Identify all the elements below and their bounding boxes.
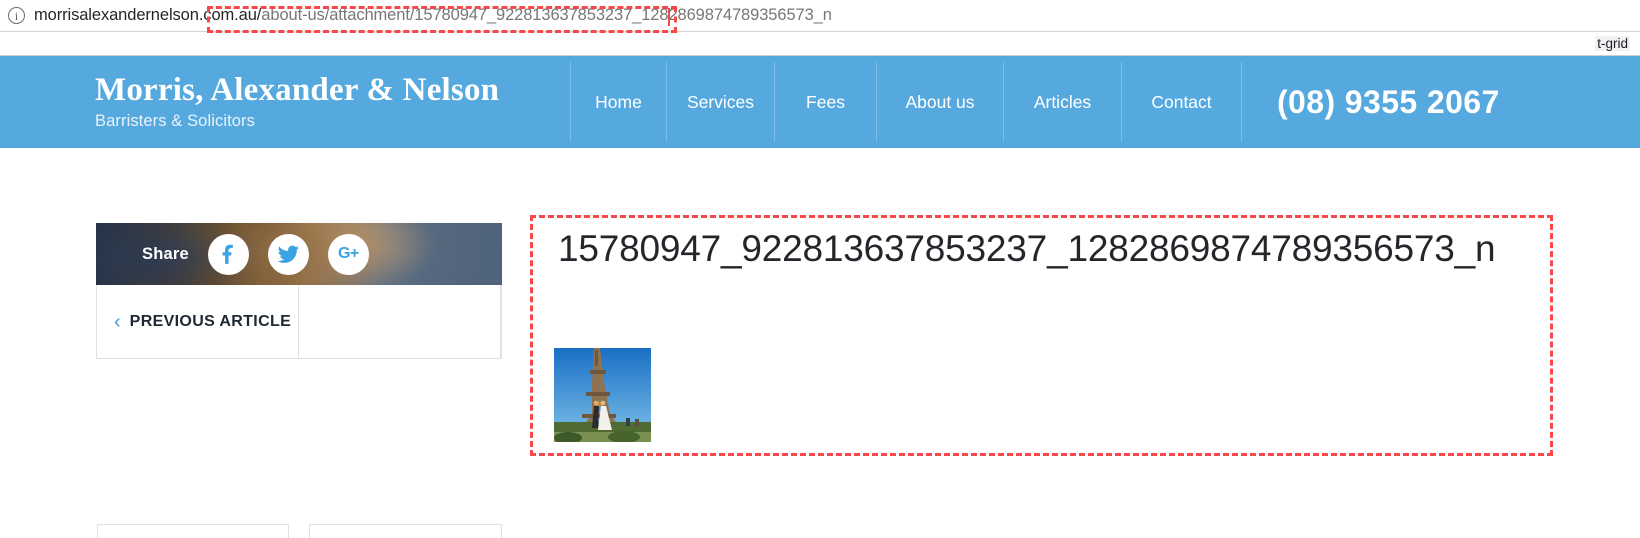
footer-box-right[interactable] [309,524,502,538]
previous-article-label: PREVIOUS ARTICLE [129,312,292,330]
page-root: i morrisalexandernelson.com.au/about-us/… [0,0,1640,538]
url-text-caret [668,8,670,26]
url-text[interactable]: morrisalexandernelson.com.au/about-us/at… [34,6,832,25]
header-phone[interactable]: (08) 9355 2067 [1241,62,1640,142]
google-plus-glyph: G+ [337,245,359,262]
site-header: Morris, Alexander & Nelson Barristers & … [0,56,1640,148]
browser-address-bar[interactable]: i morrisalexandernelson.com.au/about-us/… [0,0,1640,32]
attachment-thumbnail[interactable] [554,348,651,442]
footer-box-left[interactable] [97,524,289,538]
main-navigation: Home Services Fees About us Articles Con… [570,56,1241,148]
t-grid-label: t-grid [1595,36,1630,51]
next-article-cell[interactable] [299,285,501,358]
nav-item-contact[interactable]: Contact [1121,62,1241,142]
article-nav-row: ‹ PREVIOUS ARTICLE [96,285,502,359]
previous-article-link[interactable]: ‹ PREVIOUS ARTICLE [97,285,299,358]
nav-item-fees[interactable]: Fees [774,62,876,142]
nav-item-articles[interactable]: Articles [1003,62,1121,142]
twitter-icon[interactable] [267,233,309,275]
site-brand[interactable]: Morris, Alexander & Nelson Barristers & … [0,56,570,148]
url-path: about-us/attachment/15780947_92281363785… [261,6,832,24]
phone-number: (08) 9355 2067 [1277,83,1500,120]
share-bar-content: Share G+ [96,223,502,285]
brand-name: Morris, Alexander & Nelson [95,71,500,108]
chevron-left-icon: ‹ [114,310,121,333]
share-bar: Share G+ [96,223,502,285]
facebook-icon[interactable] [207,233,249,275]
nav-item-about-us[interactable]: About us [876,62,1003,142]
browser-sub-strip: t-grid [0,33,1640,56]
google-plus-icon[interactable]: G+ [327,233,369,275]
info-circle-icon[interactable]: i [8,7,25,24]
nav-item-home[interactable]: Home [570,62,666,142]
share-label: Share [142,244,189,263]
nav-item-services[interactable]: Services [666,62,774,142]
page-title: 15780947_922813637853237_128286987478935… [558,228,1496,269]
url-origin: morrisalexandernelson.com.au/ [34,6,262,24]
brand-tagline: Barristers & Solicitors [95,112,256,131]
